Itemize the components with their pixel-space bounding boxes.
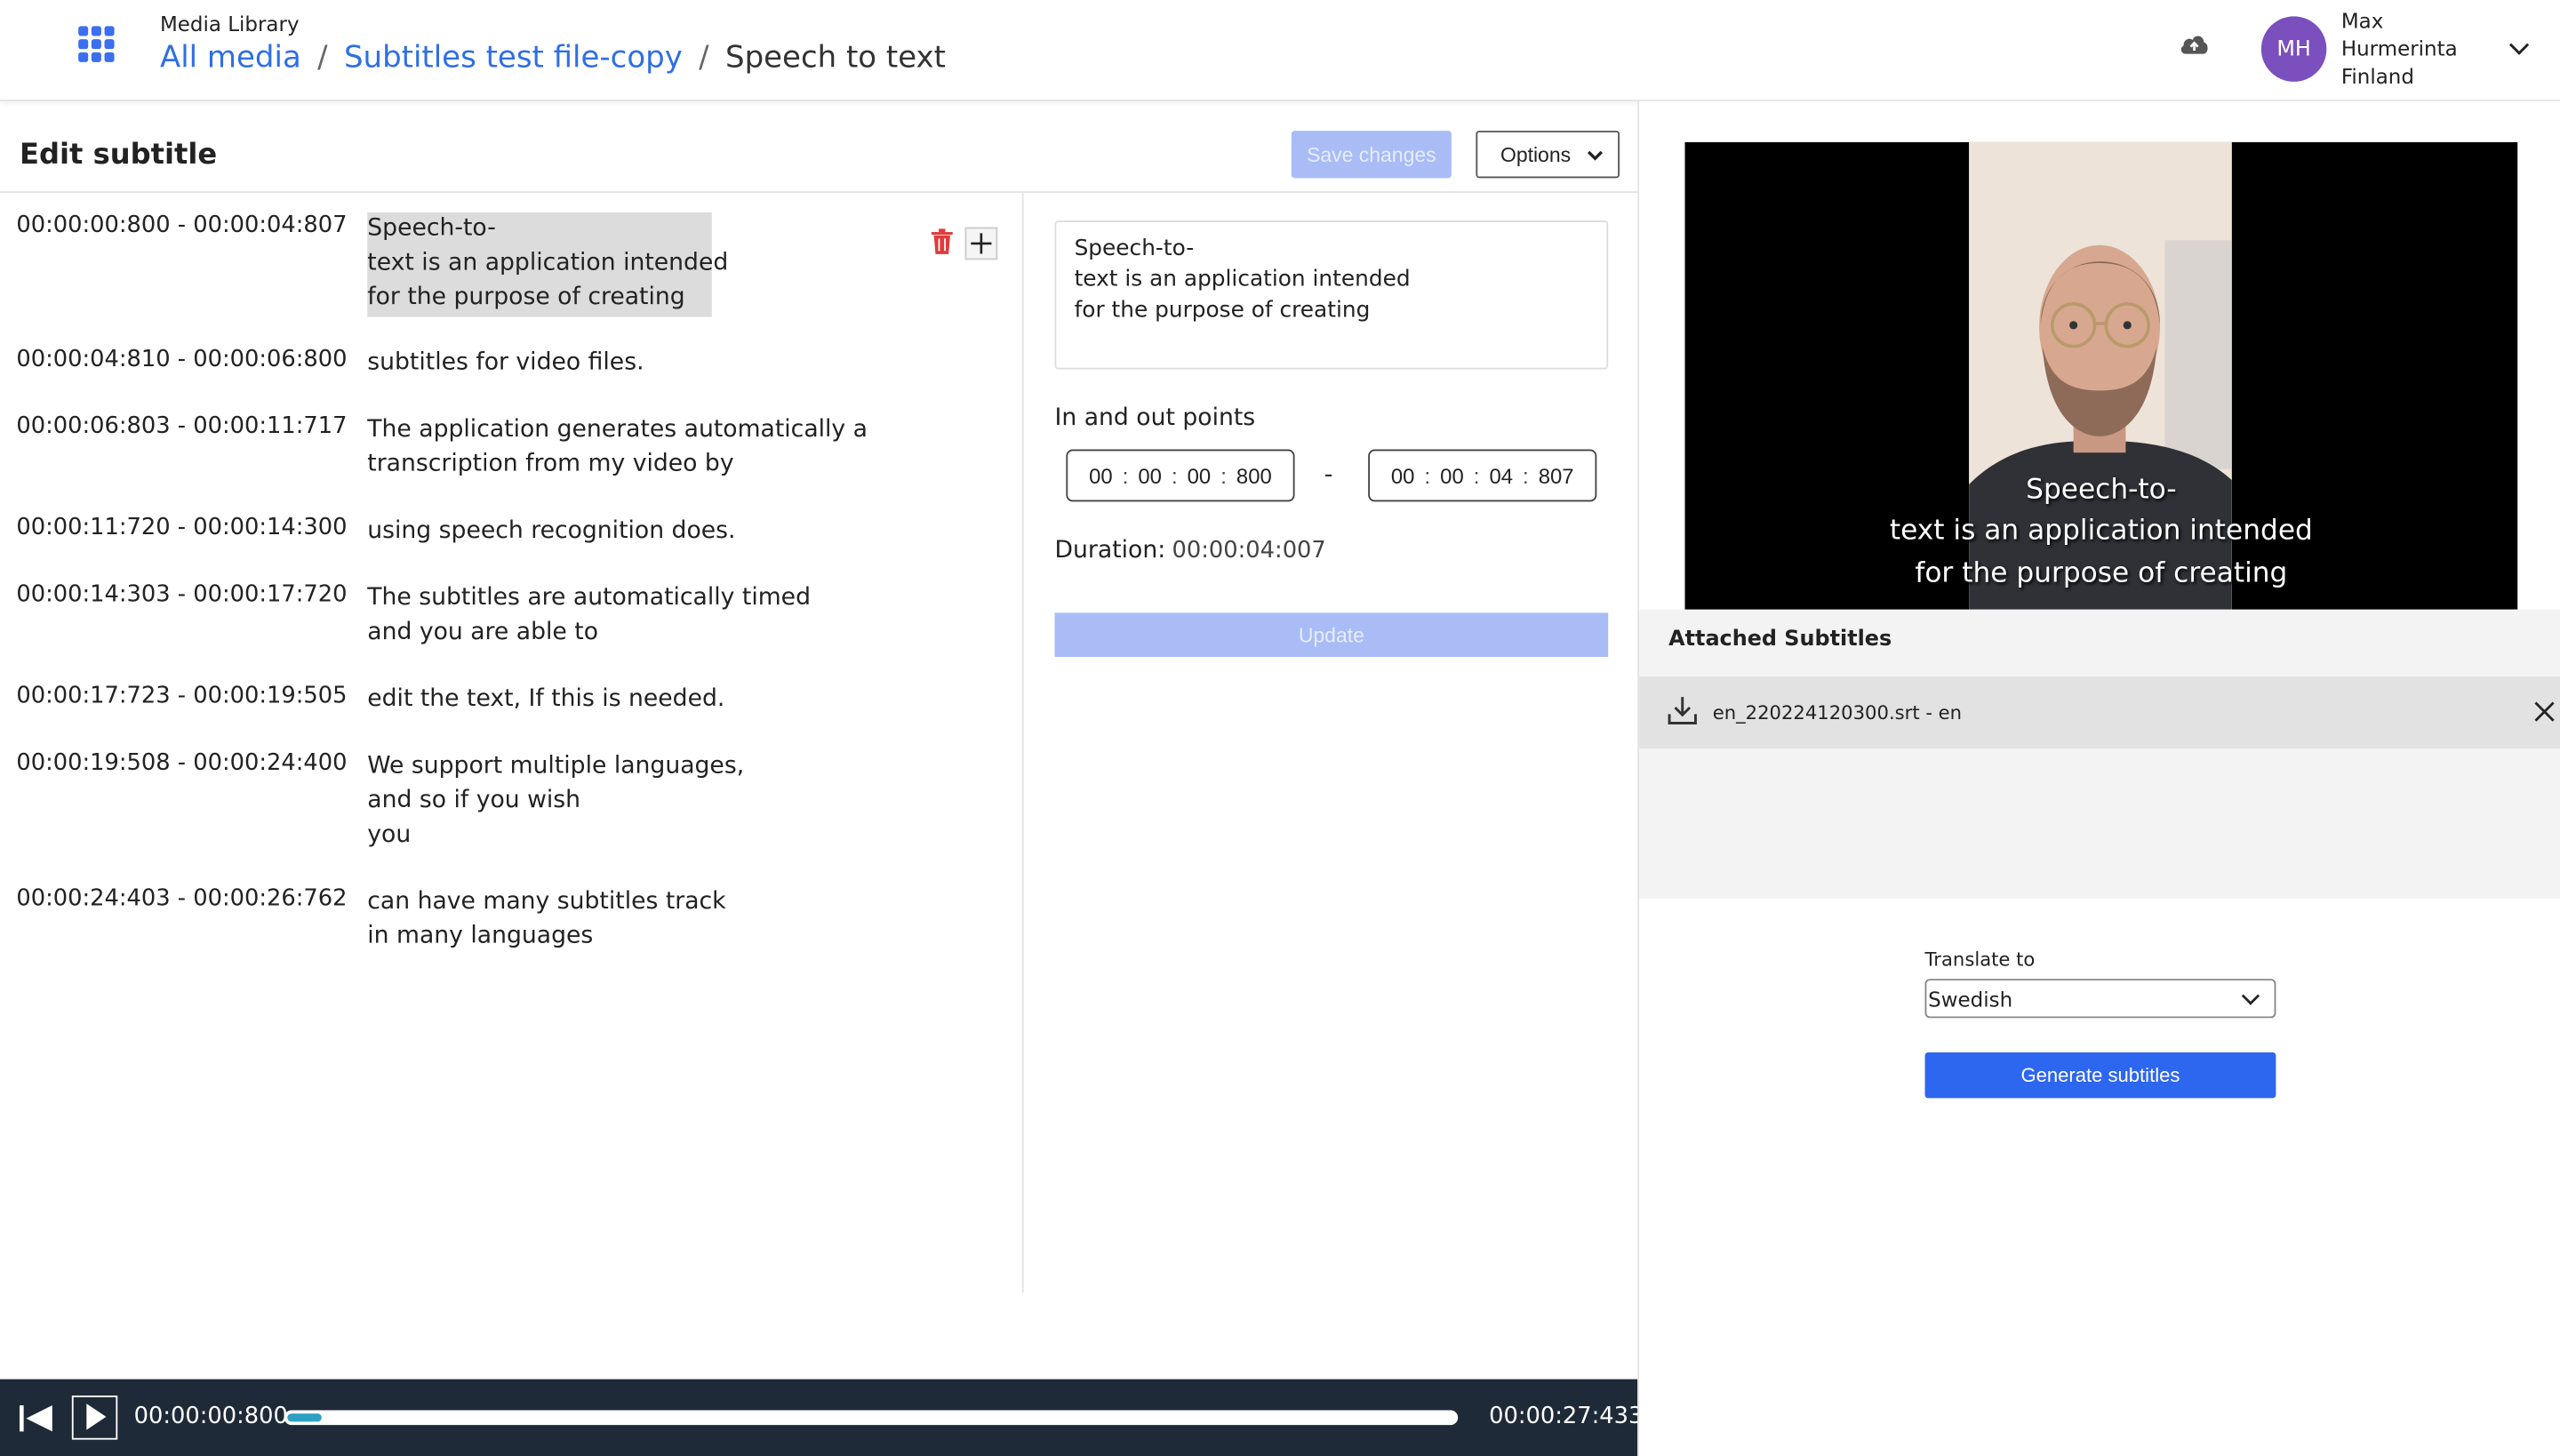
subtitle-text[interactable]: can have many subtitles track in many la…: [367, 885, 725, 954]
subtitle-edit-form: Speech-to- text is an application intend…: [1025, 193, 1637, 1292]
breadcrumb-all-media[interactable]: All media: [160, 41, 301, 76]
subtitle-timecode: 00:00:17:723 - 00:00:19:505: [16, 683, 348, 709]
seek-bar[interactable]: [284, 1410, 1459, 1426]
subtitle-list: 00:00:00:800 - 00:00:04:807 Speech-to- t…: [0, 192, 1024, 1293]
user-country: Finland: [2340, 63, 2414, 89]
total-time: 00:00:27:433: [1489, 1404, 1644, 1430]
subtitle-text[interactable]: We support multiple languages, and so if…: [367, 750, 744, 853]
subtitle-text-editor[interactable]: Speech-to- text is an application intend…: [1054, 220, 1609, 370]
chevron-down-icon: [1587, 150, 1604, 161]
attached-subtitles-title: Attached Subtitles: [1668, 627, 1892, 652]
out-point-timecode[interactable]: 00:00:04:807: [1368, 449, 1597, 502]
options-dropdown[interactable]: Options: [1476, 131, 1620, 179]
breadcrumb-separator: /: [699, 40, 709, 76]
close-icon[interactable]: [2532, 700, 2557, 724]
translate-language-value: Swedish: [1928, 987, 2013, 1012]
subtitle-text[interactable]: using speech recognition does.: [367, 515, 735, 549]
time-range-dash: -: [1324, 459, 1333, 489]
save-changes-button[interactable]: Save changes: [1291, 131, 1452, 179]
translate-language-select[interactable]: Swedish: [1924, 979, 2276, 1019]
attached-file-name: en_220224120300.srt - en: [1712, 700, 1963, 724]
edit-subtitle-header: Edit subtitle Save changes Options: [0, 101, 1638, 193]
duration-value: 00:00:04:007: [1172, 537, 1326, 564]
top-bar: Media Library All media / Subtitles test f…: [0, 0, 2560, 101]
in-point-timecode[interactable]: 00:00:00:800: [1066, 449, 1295, 502]
subtitle-timecode: 00:00:24:403 - 00:00:26:762: [16, 885, 348, 912]
in-milliseconds[interactable]: 800: [1236, 463, 1272, 488]
in-seconds[interactable]: 00: [1188, 463, 1212, 488]
cloud-upload-icon[interactable]: [2178, 29, 2211, 59]
breadcrumb-subtitles-test-file[interactable]: Subtitles test file-copy: [344, 41, 683, 76]
subtitle-text[interactable]: edit the text, If this is needed.: [367, 683, 724, 717]
play-icon: [86, 1404, 107, 1430]
video-caption-text: Speech-to- text is an application intend…: [1889, 473, 2313, 589]
preview-panel: Speech-to- text is an application intend…: [1637, 100, 2560, 1456]
duration: Duration: 00:00:04:007: [1055, 538, 1326, 564]
subtitle-text[interactable]: Speech-to- text is an application intend…: [367, 212, 728, 317]
add-subtitle-icon[interactable]: [964, 227, 998, 260]
subtitle-timecode: 00:00:06:803 - 00:00:11:717: [16, 413, 348, 440]
user-first-name: Max: [2340, 8, 2384, 33]
in-hours[interactable]: 00: [1089, 463, 1113, 488]
out-milliseconds[interactable]: 807: [1539, 463, 1574, 488]
subtitle-text[interactable]: The application generates automatically …: [367, 413, 868, 482]
app-name: Media Library: [159, 11, 300, 36]
update-button[interactable]: Update: [1054, 612, 1609, 658]
seek-progress: [287, 1413, 322, 1422]
user-info[interactable]: Max Hurmerinta Finland: [2341, 6, 2458, 90]
chevron-down-icon: [2241, 994, 2260, 1005]
current-time: 00:00:00:800: [133, 1404, 288, 1430]
user-last-name: Hurmerinta: [2340, 36, 2458, 61]
translate-to-label: Translate to: [1924, 948, 2036, 971]
chevron-down-icon[interactable]: [2506, 36, 2532, 61]
generate-subtitles-button[interactable]: Generate subtitles: [1924, 1052, 2276, 1099]
subtitle-timecode: 00:00:19:508 - 00:00:24:400: [16, 749, 348, 777]
subtitle-timecode: 00:00:11:720 - 00:00:14:300: [16, 515, 348, 541]
attached-subtitles-panel: Attached Subtitles en_220224120300.srt -…: [1639, 609, 2560, 900]
options-label: Options: [1500, 142, 1572, 166]
subtitle-text[interactable]: The subtitles are automatically timed an…: [367, 581, 811, 650]
attached-subtitle-item[interactable]: en_220224120300.srt - en: [1639, 676, 2560, 748]
breadcrumb-current-page: Speech to text: [724, 40, 946, 76]
download-icon[interactable]: [1667, 694, 1698, 725]
play-button[interactable]: [71, 1395, 118, 1440]
apps-grid-icon[interactable]: [78, 26, 115, 62]
page-title: Edit subtitle: [20, 139, 218, 172]
subtitle-text[interactable]: subtitles for video files.: [367, 347, 644, 381]
subtitle-timecode: 00:00:04:810 - 00:00:06:800: [16, 346, 348, 373]
duration-label: Duration:: [1054, 537, 1166, 564]
media-player-bar: 00:00:00:800 00:00:27:433: [0, 1379, 1643, 1456]
video-caption: Speech-to- text is an application intend…: [1685, 470, 2518, 596]
skip-to-start-icon[interactable]: [18, 1402, 53, 1435]
in-minutes[interactable]: 00: [1138, 463, 1162, 488]
breadcrumb: All media / Subtitles test file-copy / Speec…: [160, 41, 946, 76]
subtitle-timecode: 00:00:14:303 - 00:00:17:720: [16, 581, 348, 608]
in-out-points-label: In and out points: [1054, 404, 1256, 432]
breadcrumb-separator: /: [317, 40, 328, 76]
subtitle-timecode: 00:00:00:800 - 00:00:04:807: [16, 212, 348, 239]
out-minutes[interactable]: 00: [1440, 463, 1464, 488]
avatar[interactable]: MH: [2260, 16, 2327, 82]
out-hours[interactable]: 00: [1391, 463, 1415, 488]
trash-icon[interactable]: [929, 228, 955, 257]
video-player[interactable]: Speech-to- text is an application intend…: [1684, 141, 2518, 610]
out-seconds[interactable]: 04: [1489, 463, 1513, 488]
